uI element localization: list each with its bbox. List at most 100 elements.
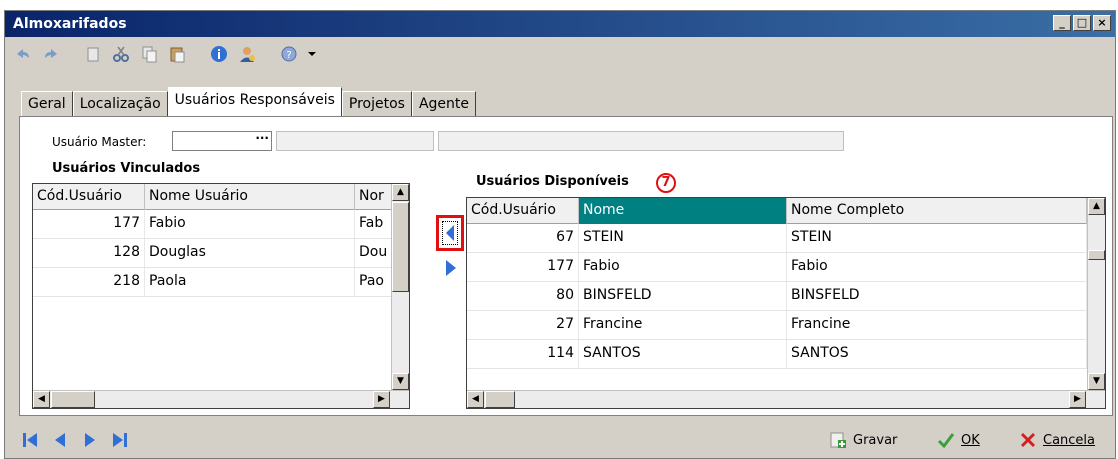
- copy-icon[interactable]: [139, 44, 159, 64]
- cell-name: Fabio: [579, 253, 787, 281]
- checkmark-icon: [937, 433, 955, 449]
- bottom-bar: Gravar OK Cancela: [5, 421, 1115, 458]
- cell-code: 67: [467, 224, 579, 252]
- col-header-code[interactable]: Cód.Usuário: [467, 198, 579, 224]
- arrow-left-icon: [446, 225, 454, 241]
- window-title: Almoxarifados: [13, 16, 127, 32]
- tab-projetos[interactable]: Projetos: [341, 91, 412, 117]
- col-header-name[interactable]: Nome: [579, 198, 787, 224]
- help-icon[interactable]: ?: [279, 44, 299, 64]
- cell-name: Douglas: [145, 239, 355, 267]
- cell-code: 177: [33, 210, 145, 238]
- cell-code: 80: [467, 282, 579, 310]
- tab-localizacao[interactable]: Localização: [72, 91, 168, 117]
- cell-name: BINSFELD: [579, 282, 787, 310]
- svg-text:?: ?: [286, 50, 291, 61]
- table-row[interactable]: 128 Douglas Dou: [33, 239, 393, 268]
- tab-agente[interactable]: Agente: [411, 91, 476, 117]
- browse-button[interactable]: ···: [255, 131, 269, 145]
- table-row[interactable]: 67 STEIN STEIN: [467, 224, 1087, 253]
- cancel-button[interactable]: Cancela: [1019, 431, 1095, 449]
- linked-vertical-scrollbar[interactable]: ▲ ▼: [391, 184, 409, 390]
- add-user-button[interactable]: [436, 215, 464, 251]
- scroll-right-button[interactable]: ▶: [373, 391, 390, 408]
- ok-button[interactable]: OK: [937, 431, 980, 449]
- tab-strip: Geral Localização Usuários Responsáveis …: [21, 87, 476, 117]
- next-record-icon[interactable]: [81, 431, 99, 449]
- save-icon: [830, 432, 846, 448]
- table-row[interactable]: 177 Fabio Fabio: [467, 253, 1087, 282]
- cell-name: Francine: [579, 311, 787, 339]
- cell-full: Fabio: [787, 253, 1087, 281]
- scroll-up-button[interactable]: ▲: [392, 184, 409, 201]
- cell-full: SANTOS: [787, 340, 1087, 368]
- scroll-down-button[interactable]: ▼: [1088, 373, 1105, 390]
- table-row[interactable]: 27 Francine Francine: [467, 311, 1087, 340]
- cell-full: Fab: [355, 210, 393, 238]
- paste-icon[interactable]: [167, 44, 187, 64]
- cell-name: SANTOS: [579, 340, 787, 368]
- cut-icon[interactable]: [111, 44, 131, 64]
- info-icon[interactable]: [209, 44, 229, 64]
- ok-label: OK: [961, 432, 980, 448]
- col-header-fullname[interactable]: Nor: [355, 184, 393, 210]
- scroll-thumb[interactable]: [1088, 250, 1105, 260]
- cell-full: BINSFELD: [787, 282, 1087, 310]
- cell-full: Pao: [355, 268, 393, 296]
- undo-icon[interactable]: [13, 44, 33, 64]
- previous-record-icon[interactable]: [51, 431, 69, 449]
- cell-code: 27: [467, 311, 579, 339]
- cell-code: 128: [33, 239, 145, 267]
- table-row[interactable]: 177 Fabio Fab: [33, 210, 393, 239]
- close-icon: [1020, 432, 1036, 448]
- master-user-fullname-field: [438, 131, 844, 151]
- user-icon[interactable]: [237, 44, 257, 64]
- cell-full: Dou: [355, 239, 393, 267]
- col-header-name[interactable]: Nome Usuário: [145, 184, 355, 210]
- first-record-icon[interactable]: [21, 431, 39, 449]
- table-row[interactable]: 80 BINSFELD BINSFELD: [467, 282, 1087, 311]
- available-users-grid[interactable]: Cód.Usuário Nome Nome Completo 67 STEIN ST…: [466, 197, 1106, 409]
- scroll-down-button[interactable]: ▼: [392, 373, 409, 390]
- remove-user-button[interactable]: [444, 259, 458, 277]
- maximize-button[interactable]: □: [1073, 15, 1091, 31]
- close-button[interactable]: ×: [1093, 15, 1111, 31]
- last-record-icon[interactable]: [111, 431, 129, 449]
- scroll-left-button[interactable]: ◀: [467, 391, 484, 408]
- master-user-label: Usuário Master:: [52, 135, 147, 149]
- new-document-icon[interactable]: [83, 44, 103, 64]
- scroll-thumb[interactable]: [51, 391, 95, 408]
- col-header-fullname[interactable]: Nome Completo: [787, 198, 1087, 224]
- tab-usuarios-responsaveis[interactable]: Usuários Responsáveis: [167, 87, 342, 117]
- available-vertical-scrollbar[interactable]: ▲ ▼: [1087, 198, 1105, 390]
- step-badge: 7: [656, 173, 676, 193]
- chevron-down-icon[interactable]: [307, 44, 317, 64]
- table-row[interactable]: 114 SANTOS SANTOS: [467, 340, 1087, 369]
- scroll-thumb[interactable]: [392, 202, 409, 292]
- cancel-label: Cancela: [1043, 432, 1096, 448]
- save-button[interactable]: Gravar: [829, 431, 897, 449]
- cell-code: 114: [467, 340, 579, 368]
- users-tab-panel: Usuário Master: ··· Usuários Vinculados …: [19, 116, 1113, 416]
- linked-users-title: Usuários Vinculados: [52, 161, 201, 176]
- linked-horizontal-scrollbar[interactable]: ◀ ▶: [33, 390, 409, 408]
- scroll-up-button[interactable]: ▲: [1088, 198, 1105, 215]
- scroll-left-button[interactable]: ◀: [33, 391, 50, 408]
- redo-icon[interactable]: [41, 44, 61, 64]
- table-row[interactable]: 218 Paola Pao: [33, 268, 393, 297]
- available-horizontal-scrollbar[interactable]: ◀ ▶: [467, 390, 1105, 408]
- linked-users-grid[interactable]: Cód.Usuário Nome Usuário Nor 177 Fabio Fab…: [32, 183, 410, 409]
- cell-full: Francine: [787, 311, 1087, 339]
- almoxarifados-window: Almoxarifados _ □ × ? Geral Localização …: [4, 10, 1116, 459]
- minimize-button[interactable]: _: [1053, 15, 1071, 31]
- master-user-field[interactable]: ···: [172, 131, 272, 151]
- scroll-right-button[interactable]: ▶: [1069, 391, 1086, 408]
- tab-geral[interactable]: Geral: [21, 91, 73, 117]
- cell-full: STEIN: [787, 224, 1087, 252]
- cell-name: Fabio: [145, 210, 355, 238]
- cell-name: STEIN: [579, 224, 787, 252]
- toolbar: ?: [5, 37, 1115, 71]
- col-header-code[interactable]: Cód.Usuário: [33, 184, 145, 210]
- save-label: Gravar: [853, 432, 898, 448]
- scroll-thumb[interactable]: [485, 391, 515, 408]
